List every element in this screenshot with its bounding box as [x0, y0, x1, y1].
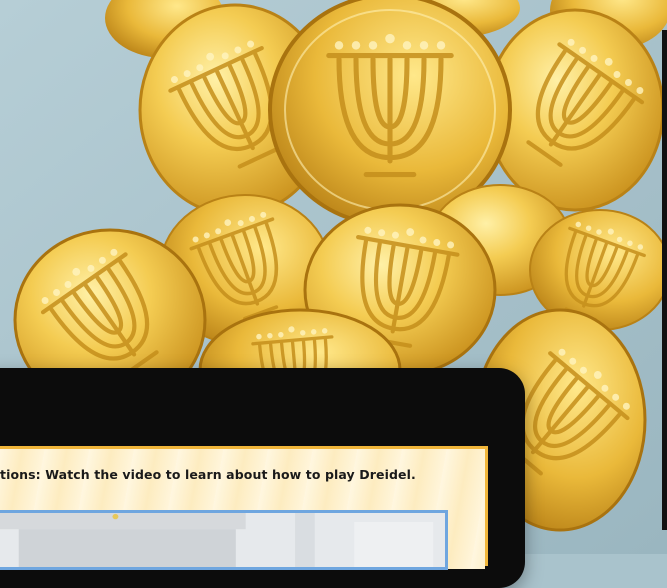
video-thumbnail: [0, 513, 445, 567]
directions-text: tions: Watch the video to learn about ho…: [0, 467, 416, 482]
video-player[interactable]: [0, 510, 448, 570]
